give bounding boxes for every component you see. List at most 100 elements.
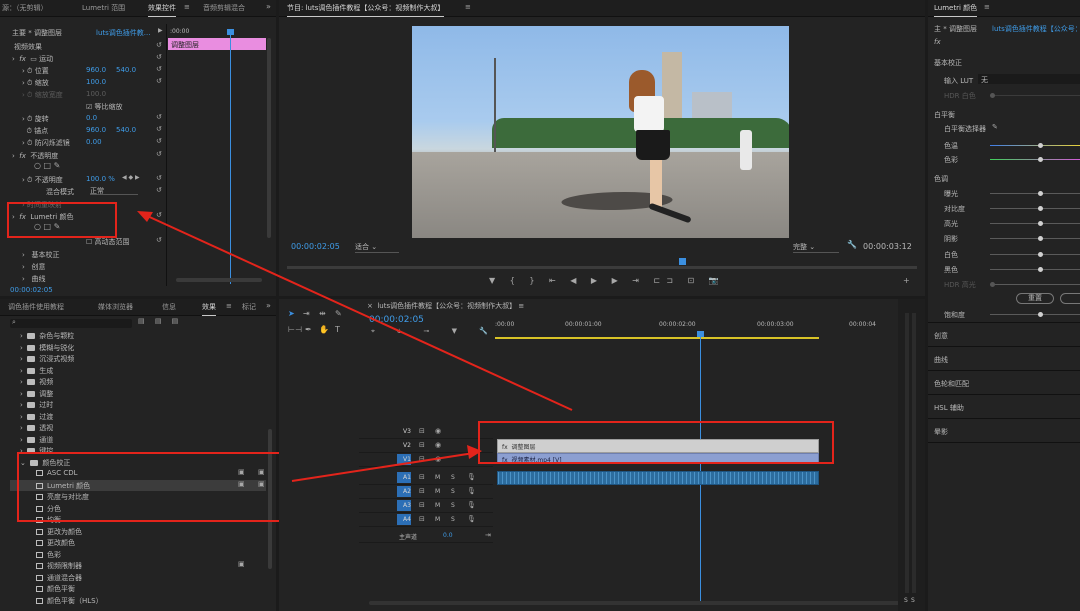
ec-scrollbar[interactable] bbox=[267, 38, 271, 238]
master-track[interactable]: 主声道 0.0 ⇥ bbox=[359, 529, 493, 543]
menu-icon[interactable]: ≡ bbox=[465, 3, 471, 11]
tab-audio-clip-mixer[interactable]: 音频剪辑混合 bbox=[203, 3, 245, 13]
reset-icon[interactable]: ↺ bbox=[156, 125, 162, 133]
eye-icon[interactable]: ◉ bbox=[435, 427, 441, 435]
effects-folder[interactable]: › 通道 bbox=[20, 435, 53, 445]
reset-icon[interactable]: ↺ bbox=[156, 186, 162, 194]
tone-header[interactable]: 色调 bbox=[934, 174, 948, 184]
ec-timecode[interactable]: 00:00:02:05 bbox=[10, 286, 53, 294]
section-creative[interactable]: 创意 bbox=[934, 331, 948, 341]
input-lut-select[interactable]: 无 bbox=[978, 74, 1080, 84]
hdr-row[interactable]: ☐ 高动态范围 bbox=[86, 237, 130, 247]
slider-knob[interactable] bbox=[1038, 206, 1043, 211]
timeline-tools-icons[interactable]: ⌖ ⫝ ⊸ ▼ 🔧 bbox=[371, 327, 498, 336]
type-icon[interactable]: T bbox=[335, 325, 340, 334]
whites-slider[interactable] bbox=[990, 252, 1080, 257]
shadows-slider[interactable] bbox=[990, 236, 1080, 241]
reset-icon[interactable]: ↺ bbox=[156, 77, 162, 85]
contrast-slider[interactable] bbox=[990, 206, 1080, 211]
anchor-x[interactable]: 960.0 bbox=[86, 126, 106, 134]
solo-button[interactable]: S bbox=[451, 488, 455, 495]
track-header[interactable]: V3 ⊟ ◉ bbox=[359, 425, 493, 439]
program-timecode[interactable]: 00:00:02:05 bbox=[291, 242, 340, 251]
tab-project[interactable]: 调色插件使用教程 bbox=[8, 302, 64, 312]
effects-folder[interactable]: › 调整 bbox=[20, 389, 53, 399]
tab-markers[interactable]: 标记 bbox=[242, 302, 256, 312]
menu-icon[interactable]: ≡ bbox=[984, 3, 990, 11]
effects-folder[interactable]: › 过时 bbox=[20, 400, 53, 410]
slider-knob[interactable] bbox=[1038, 221, 1043, 226]
effect-item[interactable]: 更改为颜色 bbox=[10, 526, 266, 537]
sync-lock-icon[interactable]: ⊟ bbox=[419, 487, 425, 495]
track-select-icon[interactable]: ⇥ bbox=[303, 309, 310, 318]
reset-icon[interactable]: ↺ bbox=[156, 65, 162, 73]
tab-info[interactable]: 信息 bbox=[162, 302, 176, 312]
rotation-value[interactable]: 0.0 bbox=[86, 114, 97, 122]
reset-icon[interactable]: ↺ bbox=[156, 53, 162, 61]
tab-source[interactable]: 源：（无剪辑） bbox=[2, 3, 48, 13]
reset-button[interactable]: 重置 bbox=[1016, 293, 1054, 304]
effects-search-input[interactable] bbox=[10, 319, 132, 328]
effect-item[interactable]: 通道混合器 bbox=[10, 572, 266, 583]
anchor-y[interactable]: 540.0 bbox=[116, 126, 136, 134]
sync-lock-icon[interactable]: ⊟ bbox=[419, 455, 425, 463]
sync-lock-icon[interactable]: ⊟ bbox=[419, 473, 425, 481]
razor-icon[interactable]: ✎ bbox=[335, 309, 342, 318]
opacity-row[interactable]: › fx 不透明度 bbox=[12, 151, 58, 161]
effect-item[interactable]: 颜色平衡（HLS） bbox=[10, 595, 266, 606]
effects-folder[interactable]: › 过渡 bbox=[20, 412, 53, 422]
mute-button[interactable]: M bbox=[435, 516, 440, 523]
tint-slider[interactable] bbox=[990, 157, 1080, 162]
mic-icon[interactable]: 🎙 bbox=[467, 515, 476, 523]
ripple-edit-icon[interactable]: ⇹ bbox=[319, 309, 326, 318]
flicker-value[interactable]: 0.00 bbox=[86, 138, 102, 146]
track-header[interactable]: A4 ⊟ M S 🎙 bbox=[359, 513, 493, 527]
section-hsl[interactable]: HSL 辅助 bbox=[934, 403, 964, 413]
video-frame[interactable] bbox=[412, 26, 789, 238]
mini-timeline-clip[interactable]: 调整图层 bbox=[168, 38, 266, 50]
lumetri-title[interactable]: Lumetri 颜色 bbox=[934, 3, 978, 17]
tab-media-browser[interactable]: 媒体浏览器 bbox=[98, 302, 133, 312]
program-scrubber[interactable] bbox=[287, 266, 917, 269]
basic-correction-header[interactable]: 基本校正 bbox=[934, 58, 962, 68]
mini-zoom-bar[interactable] bbox=[176, 278, 262, 282]
selection-tool-icon[interactable]: ➤ bbox=[288, 309, 295, 318]
curves-row[interactable]: › 曲线 bbox=[22, 274, 45, 284]
mute-button[interactable]: M bbox=[435, 474, 440, 481]
slider-knob[interactable] bbox=[1038, 312, 1043, 317]
slider-knob[interactable] bbox=[1038, 267, 1043, 272]
more-panels-icon[interactable]: » bbox=[266, 2, 271, 11]
slip-icon[interactable]: ⊢⊣ bbox=[288, 325, 302, 334]
saturation-slider[interactable] bbox=[990, 312, 1080, 317]
program-playhead[interactable] bbox=[679, 258, 686, 265]
sync-lock-icon[interactable]: ⊟ bbox=[419, 441, 425, 449]
mute-button[interactable]: M bbox=[435, 502, 440, 509]
section-curves[interactable]: 曲线 bbox=[934, 355, 948, 365]
hand-icon[interactable]: ✋ bbox=[319, 325, 329, 334]
wrench-icon[interactable]: 🔧 bbox=[847, 240, 857, 249]
section-color-wheels[interactable]: 色轮和匹配 bbox=[934, 379, 969, 389]
program-title[interactable]: 节目: luts调色插件教程【公众号：视频制作大叔】 bbox=[287, 3, 445, 17]
eyedropper-icon[interactable]: ✎ bbox=[992, 123, 998, 131]
basic-correction-row[interactable]: › 基本校正 bbox=[22, 250, 59, 260]
position-y[interactable]: 540.0 bbox=[116, 66, 136, 74]
effects-folder[interactable]: › 杂色与颗粒 bbox=[20, 331, 74, 341]
track-header[interactable]: A2 ⊟ M S 🎙 bbox=[359, 485, 493, 499]
menu-icon[interactable]: ≡ bbox=[184, 3, 190, 11]
track-header[interactable]: V2 ⊟ ◉ bbox=[359, 439, 493, 453]
effect-item[interactable]: 更改颜色 bbox=[10, 537, 266, 548]
reset-icon[interactable]: ↺ bbox=[156, 211, 162, 219]
mic-icon[interactable]: 🎙 bbox=[467, 487, 476, 495]
reset-icon[interactable]: ↺ bbox=[156, 41, 162, 49]
position-x[interactable]: 960.0 bbox=[86, 66, 106, 74]
go-to-end-icon[interactable]: ⇥ bbox=[485, 531, 491, 539]
effects-folder[interactable]: › 透视 bbox=[20, 423, 53, 433]
quality-select[interactable]: 完整 ⌄ bbox=[793, 242, 839, 253]
mute-button[interactable]: M bbox=[435, 488, 440, 495]
mic-icon[interactable]: 🎙 bbox=[467, 501, 476, 509]
exposure-slider[interactable] bbox=[990, 191, 1080, 196]
opacity-value[interactable]: 100.0 % bbox=[86, 175, 115, 183]
mini-playhead[interactable] bbox=[230, 34, 231, 284]
temp-slider[interactable] bbox=[990, 143, 1080, 148]
creative-row[interactable]: › 创意 bbox=[22, 262, 45, 272]
